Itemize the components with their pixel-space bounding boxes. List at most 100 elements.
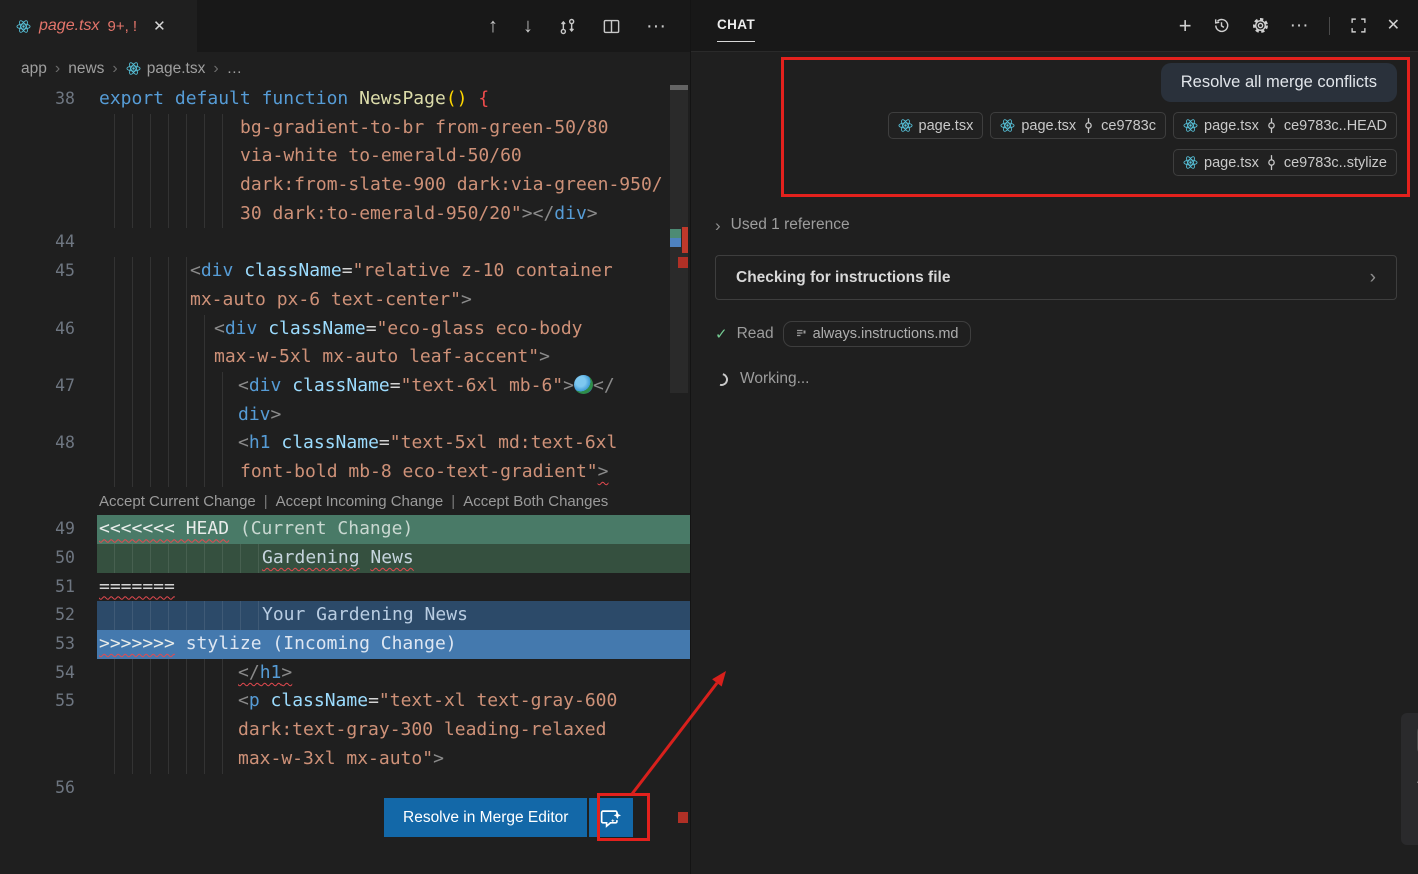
code-row: 46<div className="eco-glass eco-body xyxy=(0,315,690,344)
code-token: < xyxy=(190,260,201,281)
code-line[interactable]: </h1> xyxy=(97,659,690,688)
line-number xyxy=(0,114,97,143)
code-line[interactable]: div> xyxy=(97,401,690,430)
code-text: Your Gardening News xyxy=(97,601,468,630)
file-reference-chip[interactable]: page.tsxce9783c..HEAD xyxy=(1173,112,1397,139)
code-line[interactable]: <div className="relative z-10 container xyxy=(97,257,690,286)
chip-file-name: page.tsx xyxy=(1021,118,1076,134)
codelens-row[interactable]: Accept Current Change | Accept Incoming Ch… xyxy=(97,487,690,516)
code-row: mx-auto px-6 text-center"> xyxy=(0,286,690,315)
breadcrumb-news[interactable]: news xyxy=(68,60,104,78)
more-actions-icon[interactable]: ··· xyxy=(646,16,666,36)
copilot-resolve-icon[interactable] xyxy=(589,798,633,837)
code-line[interactable]: <div className="eco-glass eco-body xyxy=(97,315,690,344)
code-text: 30 dark:to-emerald-950/20"></div> xyxy=(97,200,598,229)
codelens-action[interactable]: Accept Both Changes xyxy=(463,493,608,510)
user-message-bubble: Resolve all merge conflicts xyxy=(1161,63,1397,102)
code-token xyxy=(271,432,282,453)
close-panel-icon[interactable]: ✕ xyxy=(1387,18,1400,34)
close-tab-icon[interactable]: ✕ xyxy=(153,17,166,35)
code-line[interactable]: font-bold mb-8 eco-text-gradient"> xyxy=(97,458,690,487)
code-token: div xyxy=(554,203,587,224)
code-row: via-white to-emerald-50/60 xyxy=(0,142,690,171)
maximize-panel-icon[interactable] xyxy=(1350,17,1367,34)
ruler-mark xyxy=(678,257,688,268)
file-reference-chip[interactable]: page.tsxce9783c xyxy=(990,112,1166,139)
code-line[interactable]: <p className="text-xl text-gray-600 xyxy=(97,687,690,716)
tool-call-expander[interactable]: Checking for instructions file › xyxy=(715,255,1397,300)
code-line[interactable]: bg-gradient-to-br from-green-50/80 xyxy=(97,114,690,143)
code-token: () xyxy=(446,88,468,109)
chevron-right-icon: › xyxy=(55,60,60,78)
code-token: > xyxy=(539,346,550,367)
react-icon xyxy=(898,118,913,133)
code-line[interactable]: ======= xyxy=(97,573,690,602)
code-line[interactable]: max-w-3xl mx-auto"> xyxy=(97,745,690,774)
code-token: NewsPage xyxy=(359,88,446,109)
chat-input-box[interactable]: page.tsx + Add context (#), extensions (… xyxy=(1401,713,1418,845)
code-line[interactable] xyxy=(97,228,690,257)
code-row: font-bold mb-8 eco-text-gradient"> xyxy=(0,458,690,487)
code-token: div xyxy=(225,318,258,339)
line-number: 47 xyxy=(0,372,97,401)
code-line[interactable]: Gardening News xyxy=(97,544,690,573)
code-token: dark:text-gray-300 leading-relaxed xyxy=(238,719,606,740)
code-line[interactable]: export default function NewsPage() { xyxy=(97,85,690,114)
tab-chat[interactable]: CHAT xyxy=(717,17,755,34)
ruler-mark xyxy=(670,229,681,238)
resolve-in-merge-editor-button[interactable]: Resolve in Merge Editor xyxy=(384,798,587,837)
ruler-mark xyxy=(678,812,688,823)
code-token xyxy=(348,88,359,109)
code-line[interactable]: Your Gardening News xyxy=(97,601,690,630)
code-line[interactable]: 30 dark:to-emerald-950/20"></div> xyxy=(97,200,690,229)
next-change-button[interactable]: ↓ xyxy=(523,16,533,36)
code-row: div> xyxy=(0,401,690,430)
code-line[interactable]: <div className="text-6xl mb-6"></ xyxy=(97,372,690,401)
code-token xyxy=(281,375,292,396)
new-chat-icon[interactable]: + xyxy=(1179,15,1192,37)
code-text: max-w-3xl mx-auto"> xyxy=(97,745,444,774)
code-text: Gardening News xyxy=(97,544,414,573)
code-line[interactable]: dark:text-gray-300 leading-relaxed xyxy=(97,716,690,745)
globe-emoji xyxy=(574,375,593,394)
tab-problems-badge: 9+, ! xyxy=(107,18,137,35)
code-token: = xyxy=(390,375,401,396)
file-reference-chip[interactable]: page.tsx xyxy=(888,112,984,139)
code-line[interactable]: >>>>>>> stylize (Incoming Change) xyxy=(97,630,690,659)
code-token: "text-5xl md:text-6xl xyxy=(390,432,618,453)
code-line[interactable]: <<<<<<< HEAD (Current Change) xyxy=(97,515,690,544)
tab-page-tsx[interactable]: page.tsx 9+, ! ✕ xyxy=(0,0,197,52)
breadcrumb-file[interactable]: page.tsx xyxy=(147,60,206,78)
breadcrumb-symbol[interactable]: … xyxy=(227,60,243,78)
open-changes-icon[interactable] xyxy=(558,17,577,36)
code-line[interactable]: dark:from-slate-900 dark:via-green-950/ xyxy=(97,171,690,200)
codelens-separator: | xyxy=(451,493,455,510)
code-row: 52Your Gardening News xyxy=(0,601,690,630)
code-line[interactable]: via-white to-emerald-50/60 xyxy=(97,142,690,171)
line-number xyxy=(0,458,97,487)
codelens-action[interactable]: Accept Current Change xyxy=(99,493,256,510)
codelens-action[interactable]: Accept Incoming Change xyxy=(276,493,444,510)
code-token: { xyxy=(478,88,489,109)
chevron-right-icon: › xyxy=(213,60,218,78)
code-token: mx-auto px-6 text-center" xyxy=(190,289,461,310)
used-references-toggle[interactable]: › Used 1 reference xyxy=(715,216,1397,234)
code-token: ></ xyxy=(522,203,555,224)
read-file-chip[interactable]: always.instructions.md xyxy=(783,321,971,347)
code-token xyxy=(360,547,371,568)
more-actions-icon[interactable]: ··· xyxy=(1290,16,1309,35)
code-text: <div className="eco-glass eco-body xyxy=(97,315,583,344)
code-text: <p className="text-xl text-gray-600 xyxy=(97,687,617,716)
code-line[interactable]: mx-auto px-6 text-center"> xyxy=(97,286,690,315)
code-line[interactable]: max-w-5xl mx-auto leaf-accent"> xyxy=(97,343,690,372)
gear-icon[interactable] xyxy=(1251,16,1270,35)
history-icon[interactable] xyxy=(1212,16,1231,35)
working-row: Working... xyxy=(715,370,1397,388)
previous-change-button[interactable]: ↑ xyxy=(488,16,498,36)
breadcrumb-app[interactable]: app xyxy=(21,60,47,78)
check-icon: ✓ xyxy=(715,325,728,343)
code-line[interactable]: <h1 className="text-5xl md:text-6xl xyxy=(97,429,690,458)
split-editor-icon[interactable] xyxy=(602,17,621,36)
code-token: div xyxy=(238,404,271,425)
file-reference-chip[interactable]: page.tsxce9783c..stylize xyxy=(1173,149,1397,176)
